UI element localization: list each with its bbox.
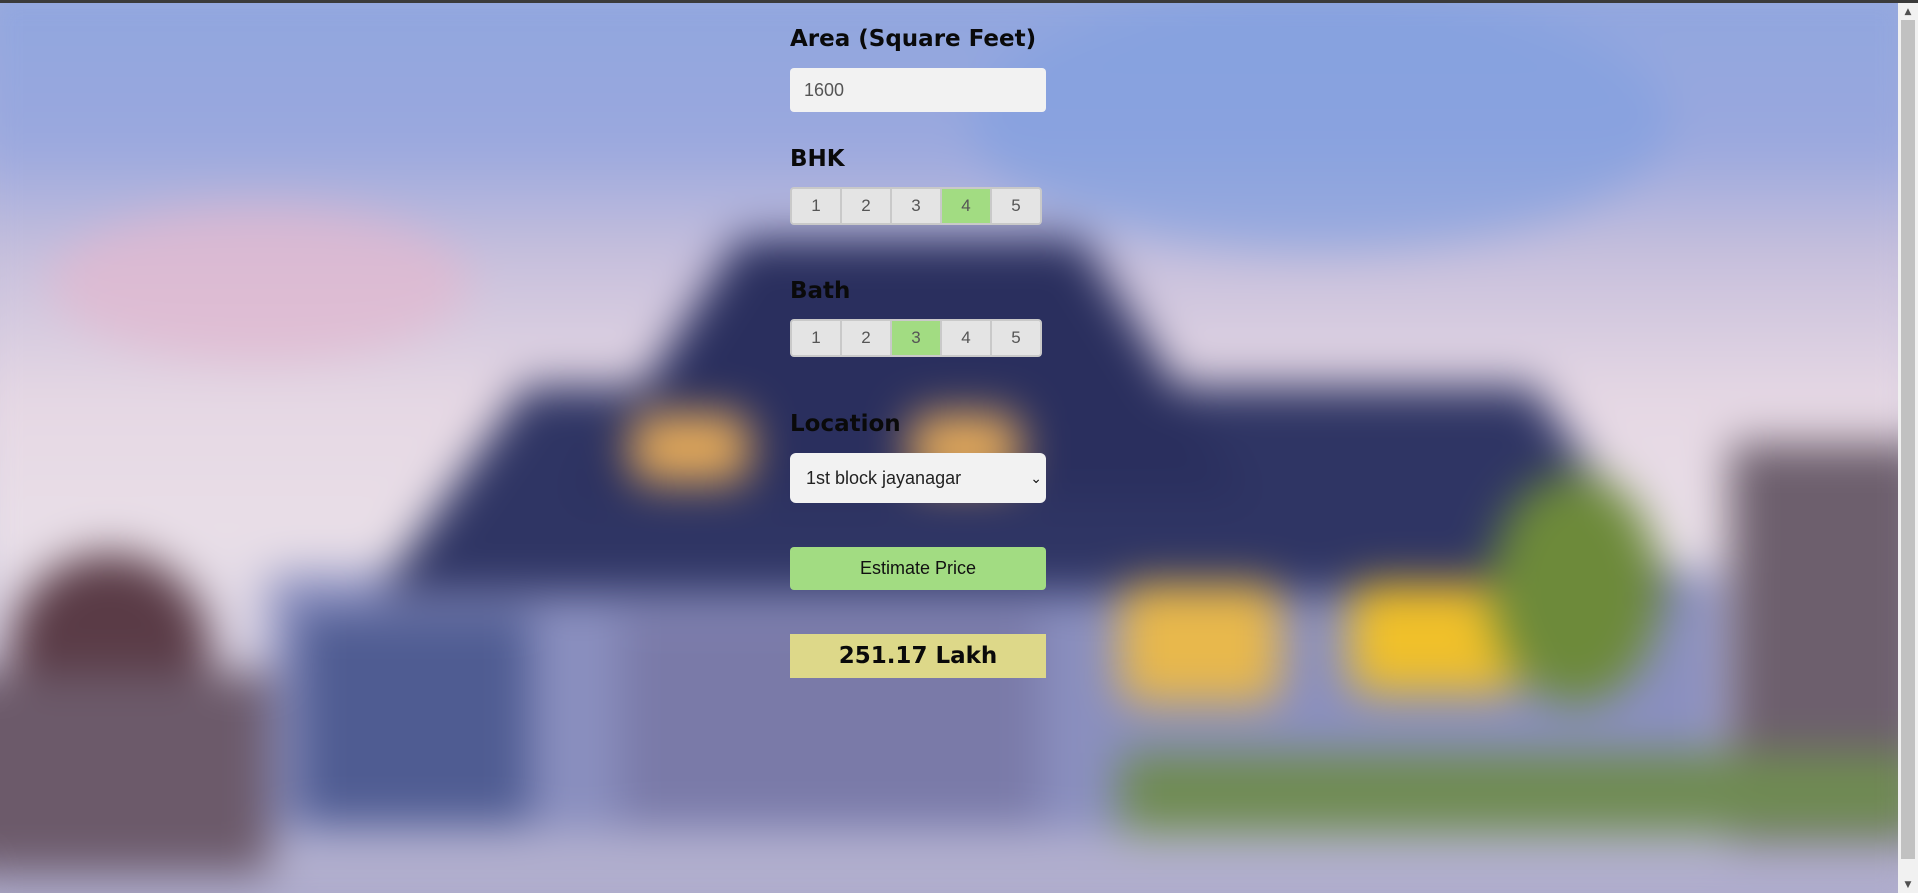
bhk-option-1[interactable]: 1 (792, 189, 842, 223)
page: Area (Square Feet) BHK 1 2 3 4 5 Bath 1 … (0, 0, 1918, 893)
scrollbar-thumb[interactable] (1901, 20, 1915, 859)
vertical-scrollbar[interactable]: ▲ ▼ (1898, 3, 1918, 893)
estimate-price-button[interactable]: Estimate Price (790, 547, 1046, 590)
scroll-down-arrow-icon[interactable]: ▼ (1898, 876, 1918, 893)
bhk-selector: 1 2 3 4 5 (790, 187, 1042, 225)
chevron-down-icon: ⌄ (1030, 469, 1042, 486)
bath-selector: 1 2 3 4 5 (790, 319, 1042, 357)
bhk-option-3[interactable]: 3 (892, 189, 942, 223)
area-input[interactable] (790, 68, 1046, 112)
bath-option-1[interactable]: 1 (792, 321, 842, 355)
bath-option-4[interactable]: 4 (942, 321, 992, 355)
location-selected-value: 1st block jayanagar (806, 467, 962, 488)
bhk-label: BHK (790, 146, 845, 172)
area-label: Area (Square Feet) (790, 26, 1037, 52)
bhk-option-4[interactable]: 4 (942, 189, 992, 223)
bhk-option-2[interactable]: 2 (842, 189, 892, 223)
estimated-price-result: 251.17 Lakh (790, 634, 1046, 678)
bath-option-2[interactable]: 2 (842, 321, 892, 355)
scroll-up-arrow-icon[interactable]: ▲ (1898, 3, 1918, 20)
bath-label: Bath (790, 278, 851, 304)
window-top-border (0, 0, 1918, 3)
bhk-option-5[interactable]: 5 (992, 189, 1040, 223)
location-select[interactable]: 1st block jayanagar ⌄ (790, 453, 1046, 503)
bath-option-5[interactable]: 5 (992, 321, 1040, 355)
price-estimator-form: Area (Square Feet) BHK 1 2 3 4 5 Bath 1 … (790, 22, 1050, 678)
location-label: Location (790, 411, 901, 437)
bath-option-3[interactable]: 3 (892, 321, 942, 355)
